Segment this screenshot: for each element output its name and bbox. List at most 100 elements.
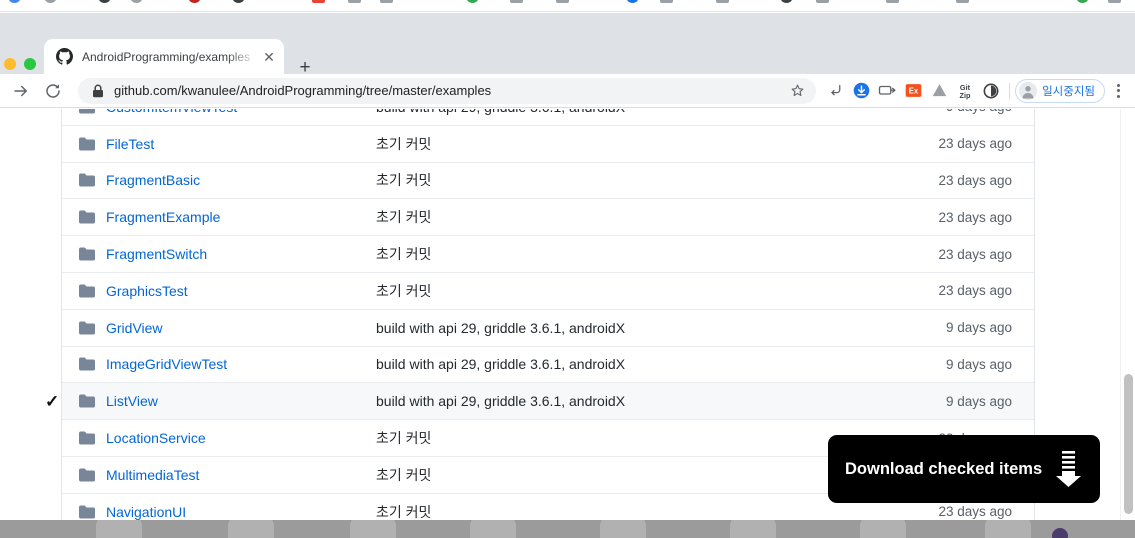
commit-message[interactable]: 초기 커밋 xyxy=(376,170,884,190)
bookmark-13[interactable] xyxy=(626,0,639,3)
bookmark-21[interactable] xyxy=(1108,0,1121,3)
table-row[interactable]: ImageGridViewTest build with api 29, grid… xyxy=(62,347,1034,384)
bookmark-16-icon xyxy=(780,0,793,3)
table-row[interactable]: FragmentBasic 초기 커밋 23 days ago xyxy=(62,163,1034,200)
folder-link[interactable]: GridView xyxy=(106,320,376,336)
github-octocat-icon xyxy=(56,48,73,65)
bookmark-9[interactable] xyxy=(380,0,393,3)
folder-icon xyxy=(79,284,95,298)
dark-circle-icon[interactable] xyxy=(978,78,1004,104)
minimize-button[interactable] xyxy=(4,58,16,70)
bookmark-11[interactable] xyxy=(510,0,523,3)
commit-message[interactable]: 초기 커밋 xyxy=(376,244,884,264)
bookmark-10[interactable] xyxy=(466,0,479,3)
bookmark-1-icon xyxy=(8,0,21,3)
commit-message[interactable]: 초기 커밋 xyxy=(376,502,884,520)
bookmark-17[interactable] xyxy=(816,0,829,3)
bookmark-19[interactable] xyxy=(956,0,969,3)
maximize-button[interactable] xyxy=(24,58,36,70)
folder-link[interactable]: ListView xyxy=(106,393,376,409)
profile-status-pill[interactable]: 일시중지됨 xyxy=(1015,78,1105,103)
browser-tab-active[interactable]: AndroidProgramming/examples ✕ xyxy=(44,39,284,74)
table-row[interactable]: FragmentSwitch 초기 커밋 23 days ago xyxy=(62,236,1034,273)
table-row[interactable]: CustomItemViewTestbuild with api 29, gri… xyxy=(62,109,1034,126)
commit-message[interactable]: 초기 커밋 xyxy=(376,465,884,485)
bookmark-4[interactable] xyxy=(130,0,143,3)
bookmark-18[interactable] xyxy=(886,0,899,3)
commit-time: 23 days ago xyxy=(938,504,1012,520)
three-dot-menu-icon[interactable] xyxy=(1107,78,1129,104)
folder-link[interactable]: GraphicsTest xyxy=(106,283,376,299)
bookmark-2[interactable] xyxy=(44,0,57,3)
commit-message[interactable]: build with api 29, griddle 3.6.1, androi… xyxy=(376,393,884,409)
folder-link[interactable]: FragmentExample xyxy=(106,209,376,225)
row-checkmark-icon[interactable]: ✓ xyxy=(45,393,59,410)
folder-icon xyxy=(79,247,95,261)
table-row[interactable]: FragmentExample 초기 커밋 23 days ago xyxy=(62,199,1034,237)
bookmark-1[interactable] xyxy=(8,0,21,3)
folder-link[interactable]: MultimediaTest xyxy=(106,467,376,483)
table-row[interactable]: ✓ ListView build with api 29, griddle 3.6.… xyxy=(45,383,1034,421)
scrollbar-thumb[interactable] xyxy=(1124,374,1133,514)
commit-message[interactable]: 초기 커밋 xyxy=(376,428,884,448)
extension-toolbar: Ex Git Zip 일시중지됨 xyxy=(822,78,1135,104)
screencast-icon[interactable] xyxy=(874,78,900,104)
bookmark-5[interactable] xyxy=(188,0,201,3)
gitzip-icon[interactable]: Git Zip xyxy=(952,78,978,104)
bookmark-16[interactable] xyxy=(780,0,793,3)
bookmark-20[interactable] xyxy=(1076,0,1089,3)
folder-link[interactable]: CustomItemViewTest xyxy=(106,109,376,115)
commit-message[interactable]: build with api 29, griddle 3.6.1, androi… xyxy=(376,109,884,115)
commit-message[interactable]: 초기 커밋 xyxy=(376,207,884,227)
forward-icon[interactable] xyxy=(8,78,34,104)
address-bar[interactable]: github.com/kwanulee/AndroidProgramming/t… xyxy=(78,77,817,104)
download-checked-items-tooltip[interactable]: Download checked items xyxy=(828,435,1100,503)
table-row[interactable]: GridView build with api 29, griddle 3.6.1… xyxy=(62,310,1034,347)
hook-arrow-icon[interactable] xyxy=(822,78,848,104)
bookmark-12[interactable] xyxy=(556,0,569,3)
folder-link[interactable]: ImageGridViewTest xyxy=(106,356,376,372)
folder-link[interactable]: NavigationUI xyxy=(106,504,376,520)
bookmark-8[interactable] xyxy=(348,0,361,3)
bookmark-21-icon xyxy=(1108,0,1121,3)
commit-message[interactable]: 초기 커밋 xyxy=(376,281,884,301)
bookmark-18-icon xyxy=(886,0,899,3)
folder-link[interactable]: FragmentBasic xyxy=(106,172,376,188)
ex-extension-icon[interactable]: Ex xyxy=(900,78,926,104)
commit-message[interactable]: build with api 29, griddle 3.6.1, androi… xyxy=(376,320,884,336)
bookmark-14[interactable] xyxy=(660,0,673,3)
folder-icon xyxy=(79,468,95,482)
reload-icon[interactable] xyxy=(40,78,66,104)
page-scrollbar[interactable] xyxy=(1120,109,1135,520)
table-row[interactable]: GraphicsTest 초기 커밋 23 days ago xyxy=(62,273,1034,310)
close-icon[interactable]: ✕ xyxy=(260,48,278,66)
bookmark-star-icon[interactable] xyxy=(788,83,806,98)
commit-message[interactable]: 초기 커밋 xyxy=(376,134,884,154)
dock-item xyxy=(470,520,516,538)
window-controls[interactable] xyxy=(4,58,36,70)
browser-tab-strip: AndroidProgramming/examples ✕ + xyxy=(0,13,1135,77)
bookmark-14-icon xyxy=(660,0,673,3)
folder-icon xyxy=(79,357,95,371)
bookmark-15[interactable] xyxy=(716,0,729,3)
commit-time: 9 days ago xyxy=(945,393,1012,409)
bookmark-12-icon xyxy=(556,0,569,3)
bookmark-7[interactable] xyxy=(312,0,325,3)
folder-icon xyxy=(79,394,95,408)
bookmark-6[interactable] xyxy=(232,0,245,3)
bookmarks-bar[interactable] xyxy=(0,0,1135,12)
bookmark-13-icon xyxy=(626,0,639,3)
toolbar-divider xyxy=(1009,82,1011,99)
folder-link[interactable]: FileTest xyxy=(106,136,376,152)
folder-link[interactable]: FragmentSwitch xyxy=(106,246,376,262)
bookmark-9-icon xyxy=(380,0,393,3)
table-row[interactable]: FileTest 초기 커밋 23 days ago xyxy=(62,126,1034,163)
commit-message[interactable]: build with api 29, griddle 3.6.1, androi… xyxy=(376,356,884,372)
bookmark-19-icon xyxy=(956,0,969,3)
download-blue-icon[interactable] xyxy=(848,78,874,104)
bookmark-3[interactable] xyxy=(98,0,111,3)
dock-item xyxy=(350,520,396,538)
folder-link[interactable]: LocationService xyxy=(106,430,376,446)
drive-triangle-icon[interactable] xyxy=(926,78,952,104)
commit-time: 23 days ago xyxy=(938,283,1012,299)
